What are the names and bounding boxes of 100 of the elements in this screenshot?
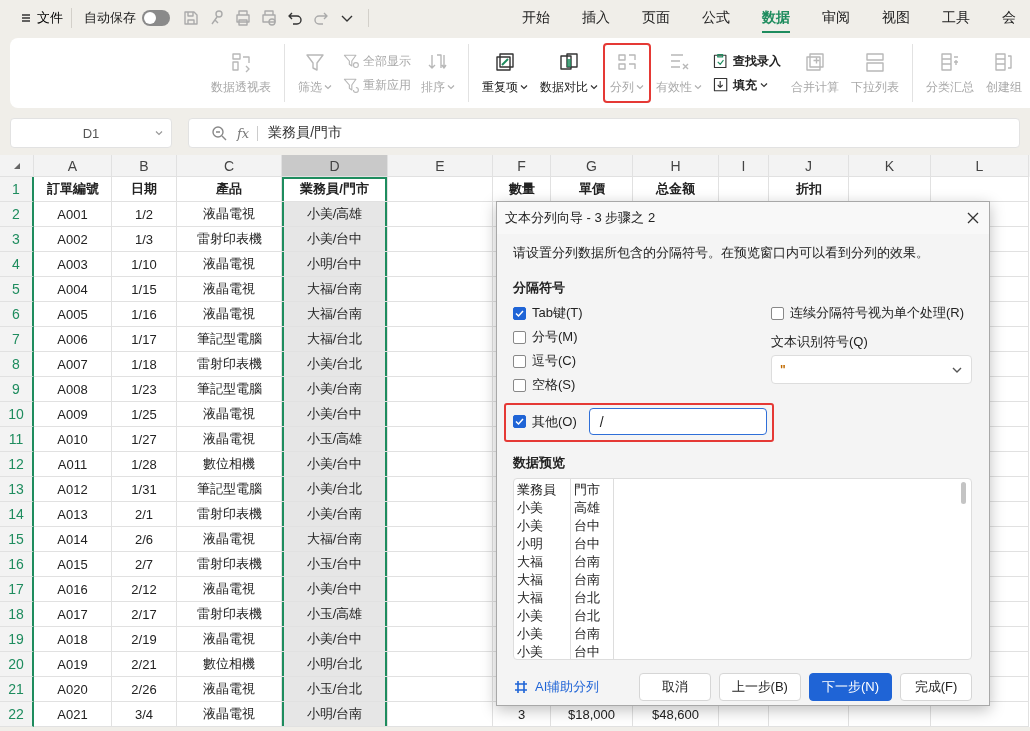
checkbox[interactable] xyxy=(771,306,784,320)
row-header[interactable]: 7 xyxy=(0,327,34,352)
row-header[interactable]: 18 xyxy=(0,602,34,627)
menu-tab[interactable]: 开始 xyxy=(508,0,564,36)
dialog-button[interactable]: 下一步(N) xyxy=(808,673,892,701)
table-cell: 大福/台北 xyxy=(282,327,388,352)
delimiter-input[interactable]: / xyxy=(588,408,767,435)
row-header[interactable]: 15 xyxy=(0,527,34,552)
qualifier-dropdown[interactable]: " xyxy=(771,355,972,384)
table-cell: 1/17 xyxy=(112,327,177,352)
table-cell: A021 xyxy=(34,702,112,727)
ribbon-button[interactable]: 填充 xyxy=(709,75,784,95)
function-button[interactable]: fx xyxy=(237,125,259,141)
row-header[interactable]: 14 xyxy=(0,502,34,527)
table-cell: 日期 xyxy=(112,177,177,202)
row-header[interactable]: 11 xyxy=(0,427,34,452)
checkbox-label[interactable]: Tab键(T) xyxy=(532,304,583,322)
checkbox-label[interactable]: 其他(O) xyxy=(532,412,577,431)
menu-tab[interactable]: 插入 xyxy=(568,0,624,36)
name-box[interactable]: D1 xyxy=(10,118,172,148)
preview-cell-text: 台中 xyxy=(574,643,601,659)
row-header[interactable]: 5 xyxy=(0,277,34,302)
scrollbar-thumb[interactable] xyxy=(961,482,966,504)
row-header[interactable]: 9 xyxy=(0,377,34,402)
table-cell: 小美/台中 xyxy=(282,577,388,602)
table-cell: 2/19 xyxy=(112,627,177,652)
column-header[interactable]: B xyxy=(112,155,177,177)
row-header[interactable]: 10 xyxy=(0,402,34,427)
table-cell: A005 xyxy=(34,302,112,327)
row-header[interactable]: 16 xyxy=(0,552,34,577)
row-header[interactable]: 20 xyxy=(0,652,34,677)
row-header[interactable]: 17 xyxy=(0,577,34,602)
table-cell: 業務員/門市 xyxy=(282,177,388,202)
column-header[interactable]: A xyxy=(34,155,112,177)
row-header[interactable]: 19 xyxy=(0,627,34,652)
checkbox-label[interactable]: 空格(S) xyxy=(532,376,576,394)
table-cell: 小玉/高雄 xyxy=(282,427,388,452)
row-header[interactable]: 3 xyxy=(0,227,34,252)
row-header[interactable]: 21 xyxy=(0,677,34,702)
ai-split-link[interactable]: AI辅助分列 xyxy=(513,678,600,696)
menu-tab[interactable]: 公式 xyxy=(688,0,744,36)
checkbox-label[interactable]: 连续分隔符号视为单个处理(R) xyxy=(790,304,965,322)
column-header[interactable]: I xyxy=(719,155,769,177)
row-header[interactable]: 4 xyxy=(0,252,34,277)
dialog-button[interactable]: 完成(F) xyxy=(900,673,972,701)
table-cell: A018 xyxy=(34,627,112,652)
preview-cell-text: 台南 xyxy=(574,625,601,643)
table-cell: A009 xyxy=(34,402,112,427)
caret-icon xyxy=(636,84,644,90)
column-header[interactable]: L xyxy=(931,155,1029,177)
table-cell: 2/1 xyxy=(112,502,177,527)
filter-icon xyxy=(342,52,360,70)
dialog-button[interactable]: 上一步(B) xyxy=(718,673,801,701)
checkbox-label[interactable]: 分号(M) xyxy=(532,328,578,346)
row-header[interactable]: 2 xyxy=(0,202,34,227)
preview-cell-text: 大福 xyxy=(517,589,544,607)
column-header[interactable]: F xyxy=(493,155,551,177)
checkbox[interactable] xyxy=(513,378,526,392)
compare-icon xyxy=(558,50,580,73)
checkbox[interactable] xyxy=(513,306,526,320)
menu-tab[interactable]: 数据 xyxy=(748,0,804,36)
file-menu[interactable]: 文件 xyxy=(14,8,72,28)
column-header[interactable]: C xyxy=(177,155,282,177)
column-header[interactable]: H xyxy=(633,155,719,177)
checkbox[interactable] xyxy=(513,415,526,428)
table-cell: A016 xyxy=(34,577,112,602)
checkbox-label[interactable]: 逗号(C) xyxy=(532,352,577,370)
row-header[interactable]: 6 xyxy=(0,302,34,327)
dialog-button[interactable]: 取消 xyxy=(638,673,711,701)
ribbon-button[interactable]: 数据对比 xyxy=(535,45,603,101)
menu-tab[interactable]: 会 xyxy=(988,0,1030,36)
column-header[interactable]: G xyxy=(551,155,633,177)
preview-cell-text: 台北 xyxy=(574,589,601,607)
section-heading: 数据预览 xyxy=(513,454,566,472)
close-button[interactable] xyxy=(965,210,981,226)
column-header[interactable]: E xyxy=(388,155,493,177)
column-header[interactable]: J xyxy=(769,155,849,177)
column-header[interactable]: D xyxy=(282,155,388,177)
preview-cell-text: 高雄 xyxy=(574,499,601,517)
menu-tab[interactable]: 页面 xyxy=(628,0,684,36)
ribbon-button[interactable]: 重复项 xyxy=(477,45,533,101)
row-header[interactable]: 13 xyxy=(0,477,34,502)
column-header[interactable]: K xyxy=(849,155,931,177)
formula-input[interactable]: 業務員/門市 xyxy=(268,124,343,142)
menu-tab[interactable]: 工具 xyxy=(928,0,984,36)
row-header[interactable]: 8 xyxy=(0,352,34,377)
checkbox[interactable] xyxy=(513,330,526,344)
row-header[interactable]: 22 xyxy=(0,702,34,727)
autosave-toggle[interactable] xyxy=(142,10,170,26)
ribbon-button[interactable]: 查找录入 xyxy=(709,51,784,71)
caret-icon xyxy=(694,84,702,90)
preview-cell-text: 小美 xyxy=(517,517,544,535)
autosave-label: 自动保存 xyxy=(84,9,136,27)
preview-cell-text: 台南 xyxy=(574,553,601,571)
menu-tab[interactable]: 审阅 xyxy=(808,0,864,36)
row-header[interactable]: 12 xyxy=(0,452,34,477)
menu-tab[interactable]: 视图 xyxy=(868,0,924,36)
row-header[interactable]: 1 xyxy=(0,177,34,202)
checkbox[interactable] xyxy=(513,354,526,368)
table-cell: 訂單編號 xyxy=(34,177,112,202)
